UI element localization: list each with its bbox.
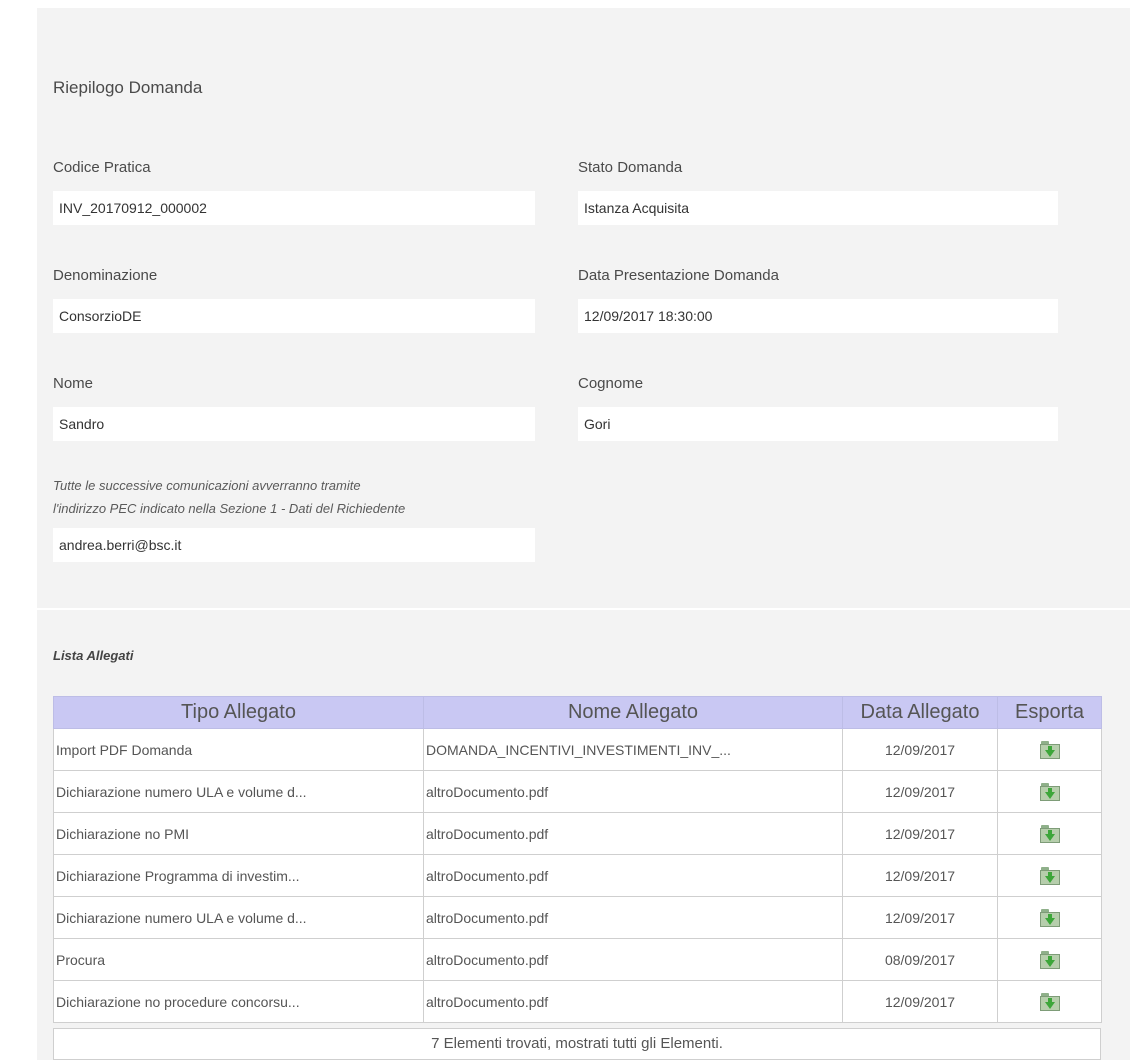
folder-download-icon[interactable] — [1039, 950, 1060, 969]
pec-note-line2: l'indirizzo PEC indicato nella Sezione 1… — [53, 501, 406, 516]
folder-download-icon[interactable] — [1039, 866, 1060, 885]
cell-esporta — [997, 728, 1102, 771]
cell-esporta — [997, 770, 1102, 813]
attachments-title: Lista Allegati — [53, 648, 134, 663]
table-row: Dichiarazione Programma di investim... al… — [53, 854, 1102, 897]
pec-note: Tutte le successive comunicazioni avverr… — [53, 474, 613, 520]
cell-nome-allegato: altroDocumento.pdf — [423, 854, 843, 897]
cell-data-allegato: 12/09/2017 — [842, 980, 998, 1023]
page-title: Riepilogo Domanda — [53, 78, 203, 97]
cell-esporta — [997, 980, 1102, 1023]
arrow-head-shape — [1044, 791, 1055, 799]
cell-nome-allegato: altroDocumento.pdf — [423, 980, 843, 1023]
arrow-head-shape — [1044, 959, 1055, 967]
cell-esporta — [997, 938, 1102, 981]
codice-pratica-field: INV_20170912_000002 — [53, 191, 535, 225]
nome-label: Nome — [53, 375, 94, 392]
denominazione-field: ConsorzioDE — [53, 299, 535, 333]
arrow-head-shape — [1044, 833, 1055, 841]
cognome-label: Cognome — [578, 375, 644, 392]
stato-domanda-field: Istanza Acquisita — [578, 191, 1058, 225]
folder-download-icon[interactable] — [1039, 908, 1060, 927]
table-row: Import PDF Domanda DOMANDA_INCENTIVI_INVE… — [53, 728, 1102, 771]
denominazione-label: Denominazione — [53, 267, 158, 284]
cell-data-allegato: 08/09/2017 — [842, 938, 998, 981]
cell-data-allegato: 12/09/2017 — [842, 812, 998, 855]
attachments-table: Tipo Allegato Nome Allegato Data Allegat… — [53, 696, 1102, 1023]
header-esporta: Esporta — [997, 696, 1102, 729]
folder-download-icon[interactable] — [1039, 740, 1060, 759]
folder-download-icon[interactable] — [1039, 782, 1060, 801]
table-row: Dichiarazione numero ULA e volume d... al… — [53, 770, 1102, 813]
arrow-head-shape — [1044, 749, 1055, 757]
stato-domanda-label: Stato Domanda — [578, 159, 683, 176]
arrow-head-shape — [1044, 1001, 1055, 1009]
data-presentazione-label: Data Presentazione Domanda — [578, 267, 779, 284]
nome-field: Sandro — [53, 407, 535, 441]
table-row: Dichiarazione no procedure concorsu... al… — [53, 980, 1102, 1023]
cell-tipo-allegato: Dichiarazione numero ULA e volume d... — [53, 896, 424, 939]
section-divider — [37, 608, 1130, 610]
arrow-head-shape — [1044, 917, 1055, 925]
table-row: Dichiarazione numero ULA e volume d... al… — [53, 896, 1102, 939]
table-header-row: Tipo Allegato Nome Allegato Data Allegat… — [53, 696, 1102, 729]
cell-nome-allegato: altroDocumento.pdf — [423, 938, 843, 981]
top-banner-edge — [0, 0, 1130, 6]
cell-tipo-allegato: Dichiarazione numero ULA e volume d... — [53, 770, 424, 813]
cell-esporta — [997, 854, 1102, 897]
cell-nome-allegato: DOMANDA_INCENTIVI_INVESTIMENTI_INV_... — [423, 728, 843, 771]
cell-nome-allegato: altroDocumento.pdf — [423, 812, 843, 855]
folder-download-icon[interactable] — [1039, 992, 1060, 1011]
table-row: Dichiarazione no PMI altroDocumento.pdf 12… — [53, 812, 1102, 855]
cell-nome-allegato: altroDocumento.pdf — [423, 770, 843, 813]
pec-field: andrea.berri@bsc.it — [53, 528, 535, 562]
cell-data-allegato: 12/09/2017 — [842, 896, 998, 939]
cell-tipo-allegato: Procura — [53, 938, 424, 981]
cell-esporta — [997, 896, 1102, 939]
table-row: Procura altroDocumento.pdf 08/09/2017 — [53, 938, 1102, 981]
cell-data-allegato: 12/09/2017 — [842, 728, 998, 771]
cell-data-allegato: 12/09/2017 — [842, 854, 998, 897]
results-count: 7 Elementi trovati, mostrati tutti gli E… — [53, 1028, 1101, 1060]
cell-tipo-allegato: Import PDF Domanda — [53, 728, 424, 771]
cell-nome-allegato: altroDocumento.pdf — [423, 896, 843, 939]
cell-tipo-allegato: Dichiarazione Programma di investim... — [53, 854, 424, 897]
folder-download-icon[interactable] — [1039, 824, 1060, 843]
data-presentazione-field: 12/09/2017 18:30:00 — [578, 299, 1058, 333]
header-data-allegato[interactable]: Data Allegato — [842, 696, 998, 729]
codice-pratica-label: Codice Pratica — [53, 159, 151, 176]
cell-esporta — [997, 812, 1102, 855]
pec-note-line1: Tutte le successive comunicazioni avverr… — [53, 478, 361, 493]
cell-data-allegato: 12/09/2017 — [842, 770, 998, 813]
cell-tipo-allegato: Dichiarazione no PMI — [53, 812, 424, 855]
cognome-field: Gori — [578, 407, 1058, 441]
cell-tipo-allegato: Dichiarazione no procedure concorsu... — [53, 980, 424, 1023]
arrow-head-shape — [1044, 875, 1055, 883]
header-tipo-allegato[interactable]: Tipo Allegato — [53, 696, 424, 729]
header-nome-allegato[interactable]: Nome Allegato — [423, 696, 843, 729]
